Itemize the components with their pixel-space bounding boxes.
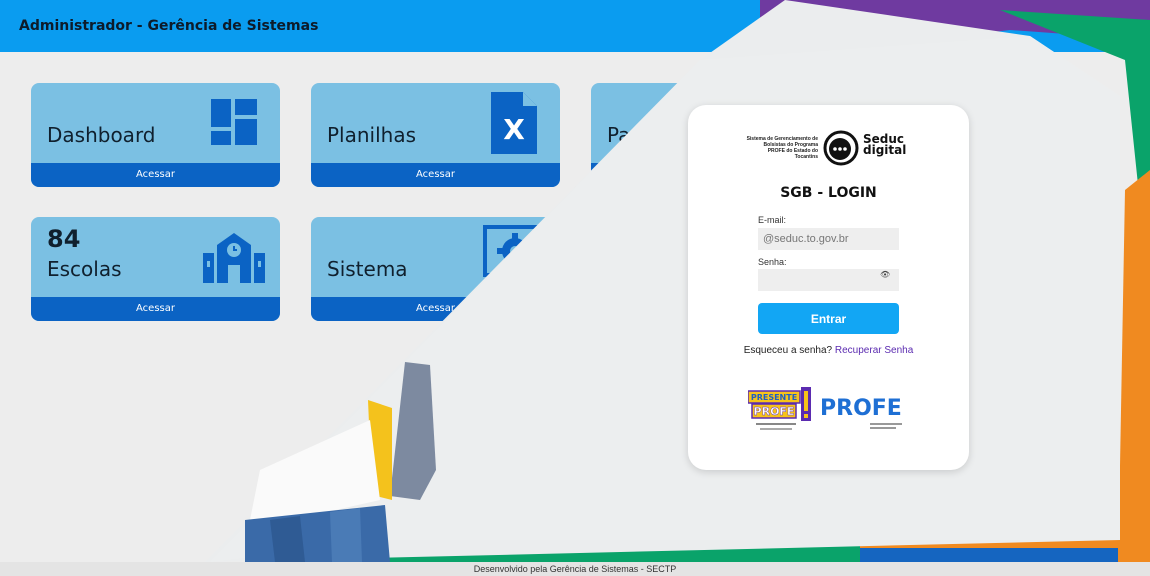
presente-text: PRESENTE — [751, 393, 797, 402]
card-label: Paga — [607, 123, 656, 147]
excel-file-icon: X — [491, 92, 537, 154]
forgot-password: Esqueceu a senha? Recuperar Senha — [688, 345, 969, 356]
presente-profe-text: PROFE — [754, 405, 795, 418]
card-label: Sistema — [327, 257, 408, 281]
card-sistema[interactable]: Sistema Acessar — [311, 217, 560, 321]
show-password-icon[interactable]: 👁 — [880, 270, 890, 279]
brand-caption: Sistema de Gerenciamento de Bolsistas do… — [746, 136, 818, 160]
forgot-password-text: Esqueceu a senha? — [743, 345, 833, 356]
login-title: SGB - LOGIN — [780, 185, 877, 201]
card-label: Planilhas — [327, 123, 417, 147]
card-access-button[interactable]: Acessar — [31, 297, 280, 321]
card-access-button[interactable]: Acessar — [31, 163, 280, 187]
profe-text: PROFE — [820, 396, 902, 421]
card-planilhas[interactable]: Planilhas X Acessar — [311, 83, 560, 187]
email-field[interactable] — [758, 228, 899, 250]
card-dashboard[interactable]: Dashboard Acessar — [31, 83, 280, 187]
profe-logo: PROFE — [820, 396, 902, 429]
seduc-logo-icon — [823, 130, 859, 166]
card-access-button[interactable]: Acessar — [311, 163, 560, 187]
footer: Desenvolvido pela Gerência de Sistemas -… — [0, 562, 1150, 576]
svg-text:X: X — [503, 113, 525, 146]
recover-password-link[interactable]: Recuperar Senha — [835, 345, 913, 356]
card-label: Escolas — [47, 257, 122, 281]
card-access-button[interactable]: Acessar — [311, 297, 560, 321]
brand-name: Seduc digital — [863, 133, 907, 157]
card-label: Dashboard — [47, 123, 156, 147]
settings-icon — [483, 225, 547, 277]
school-count: 84 — [47, 225, 81, 253]
card-escolas[interactable]: 84 Escolas Acessar — [31, 217, 280, 321]
page-title: Administrador - Gerência de Sistemas — [19, 18, 319, 34]
password-label: Senha: — [758, 257, 787, 267]
dashboard-icon — [211, 99, 257, 145]
top-bar: Administrador - Gerência de Sistemas — [0, 0, 1150, 52]
login-card: Sistema de Gerenciamento de Bolsistas do… — [688, 105, 969, 470]
presente-profe-logo: PRESENTE PROFE — [748, 387, 811, 430]
password-field[interactable] — [758, 269, 899, 291]
school-icon — [203, 233, 265, 283]
email-label: E-mail: — [758, 215, 787, 225]
login-button[interactable]: Entrar — [758, 303, 899, 334]
brand-name-line2: digital — [863, 143, 907, 157]
